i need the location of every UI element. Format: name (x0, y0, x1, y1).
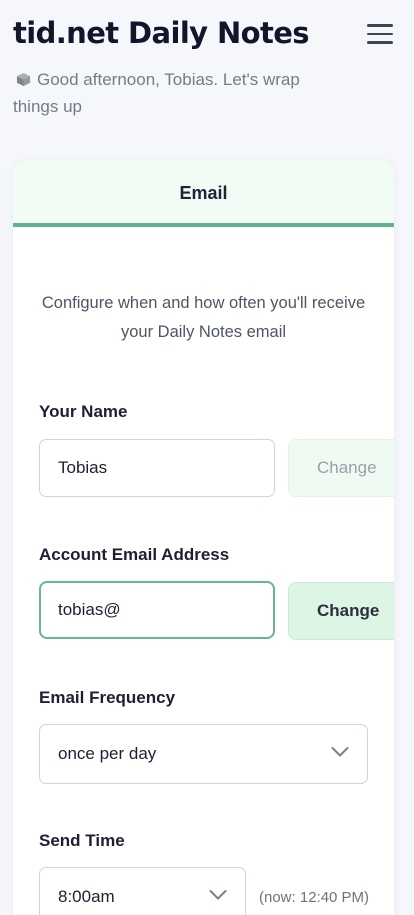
chevron-down-icon (331, 747, 349, 757)
app-header: tid.net Daily Notes Good afternoon, Tobi… (13, 14, 403, 120)
name-input[interactable]: Tobias (39, 439, 275, 497)
send-time-value: 8:00am (58, 887, 115, 906)
cube-icon (16, 72, 31, 87)
chevron-down-icon (209, 890, 227, 900)
current-time-note: (now: 12:40 PM) (259, 889, 370, 906)
tab-bar: Email (13, 160, 394, 227)
app-title: tid.net Daily Notes (13, 16, 310, 50)
frequency-label: Email Frequency (39, 688, 176, 707)
send-time-label: Send Time (39, 831, 125, 850)
change-name-button[interactable]: Change (288, 439, 394, 497)
menu-button[interactable] (367, 24, 393, 46)
change-email-button[interactable]: Change (288, 582, 394, 640)
greeting-label: Good afternoon, Tobias. Let's wrap thing… (13, 70, 300, 116)
email-settings-description: Configure when and how often you'll rece… (41, 294, 366, 341)
greeting-text: Good afternoon, Tobias. Let's wrap thing… (13, 66, 343, 120)
frequency-value: once per day (58, 744, 157, 763)
send-time-select[interactable]: 8:00am (39, 867, 246, 915)
name-label: Your Name (39, 402, 128, 421)
frequency-select[interactable]: once per day (39, 724, 368, 784)
tab-email[interactable]: Email (179, 183, 227, 204)
email-input[interactable]: tobias@ (39, 581, 275, 639)
email-label: Account Email Address (39, 545, 230, 564)
hamburger-icon (367, 24, 393, 44)
settings-card: Email Configure when and how often you'l… (13, 160, 394, 915)
